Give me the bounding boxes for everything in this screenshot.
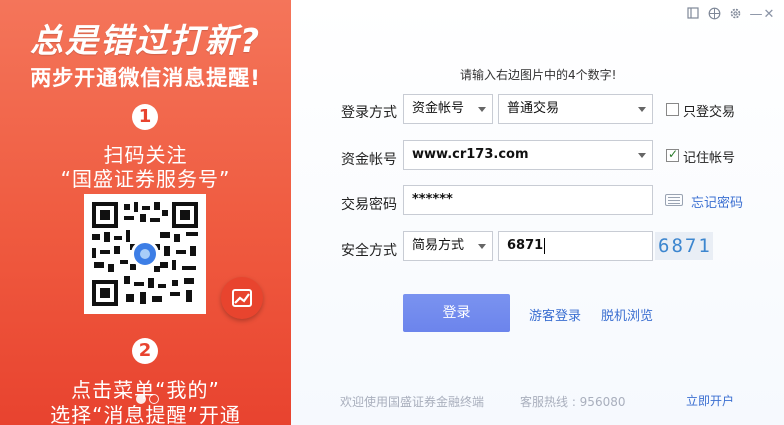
- login-button[interactable]: 登录: [403, 294, 510, 332]
- account-label: 资金帐号: [341, 152, 397, 168]
- captcha-input-value: 6871: [507, 238, 544, 253]
- trend-chart-icon: [232, 289, 252, 307]
- carousel-dot-1[interactable]: [136, 394, 146, 404]
- skin-icon[interactable]: [706, 7, 722, 23]
- password-value: ******: [412, 192, 453, 207]
- captcha-hint: 请输入右边图片中的4个数字!: [460, 68, 617, 82]
- carousel-dots: [136, 389, 180, 404]
- captcha-image[interactable]: 6871: [655, 232, 713, 260]
- open-account-link[interactable]: 立即开户: [686, 392, 734, 409]
- password-input[interactable]: ******: [403, 185, 653, 215]
- login-mode-label: 登录方式: [341, 105, 397, 121]
- qr-logo-icon: [131, 240, 159, 268]
- keyboard-icon[interactable]: [665, 194, 683, 206]
- password-label: 交易密码: [341, 197, 397, 213]
- security-label: 安全方式: [341, 243, 397, 259]
- carousel-dot-2[interactable]: [149, 394, 159, 404]
- login-panel: — ✕ 请输入右边图片中的4个数字! 登录方式 资金帐号 普通交易 只登交易 资…: [291, 0, 784, 425]
- chevron-down-icon: [478, 244, 486, 249]
- captcha-input[interactable]: 6871: [498, 231, 653, 261]
- chevron-down-icon: [638, 153, 646, 158]
- chart-badge-icon[interactable]: [221, 277, 263, 319]
- promo-headline: 总是错过打新?: [29, 21, 262, 60]
- trade-type-value: 普通交易: [507, 101, 560, 116]
- step-1-number: 1: [132, 104, 158, 130]
- security-mode-select[interactable]: 简易方式: [403, 231, 493, 261]
- chevron-down-icon: [638, 107, 646, 112]
- readonly-trade-checkbox[interactable]: [666, 103, 679, 116]
- trade-type-select[interactable]: 普通交易: [498, 94, 653, 124]
- restore-icon[interactable]: [685, 7, 701, 23]
- remember-account-label[interactable]: 记住帐号: [683, 147, 735, 166]
- footer-hotline: 客服热线 : 956080: [520, 395, 626, 409]
- step-2-number: 2: [132, 338, 158, 364]
- forgot-password-link[interactable]: 忘记密码: [691, 192, 743, 211]
- guest-login-link[interactable]: 游客登录: [529, 305, 581, 324]
- gear-icon[interactable]: [727, 7, 743, 23]
- account-input[interactable]: www.cr173.com: [403, 140, 653, 170]
- chevron-down-icon: [478, 107, 486, 112]
- login-mode-select[interactable]: 资金帐号: [403, 94, 493, 124]
- text-cursor: [544, 237, 546, 254]
- step-1-line-2: “国盛证券服务号”: [60, 167, 231, 191]
- login-mode-value: 资金帐号: [412, 101, 465, 116]
- security-mode-value: 简易方式: [412, 238, 465, 253]
- promo-panel: 总是错过打新? 两步开通微信消息提醒! 1 扫码关注 “国盛证券服务号” 2 点…: [0, 0, 291, 425]
- close-button[interactable]: ✕: [761, 7, 777, 23]
- footer-welcome: 欢迎使用国盛证券金融终端: [340, 395, 485, 409]
- promo-subheadline: 两步开通微信消息提醒!: [30, 66, 261, 90]
- remember-account-checkbox[interactable]: [666, 147, 679, 162]
- step-2-line-2: 选择“消息提醒”开通: [50, 403, 241, 425]
- offline-browse-link[interactable]: 脱机浏览: [601, 305, 653, 324]
- readonly-trade-label[interactable]: 只登交易: [683, 101, 735, 120]
- qr-code: [84, 194, 206, 314]
- captcha-image-text: 6871: [658, 235, 712, 257]
- account-value: www.cr173.com: [412, 147, 529, 162]
